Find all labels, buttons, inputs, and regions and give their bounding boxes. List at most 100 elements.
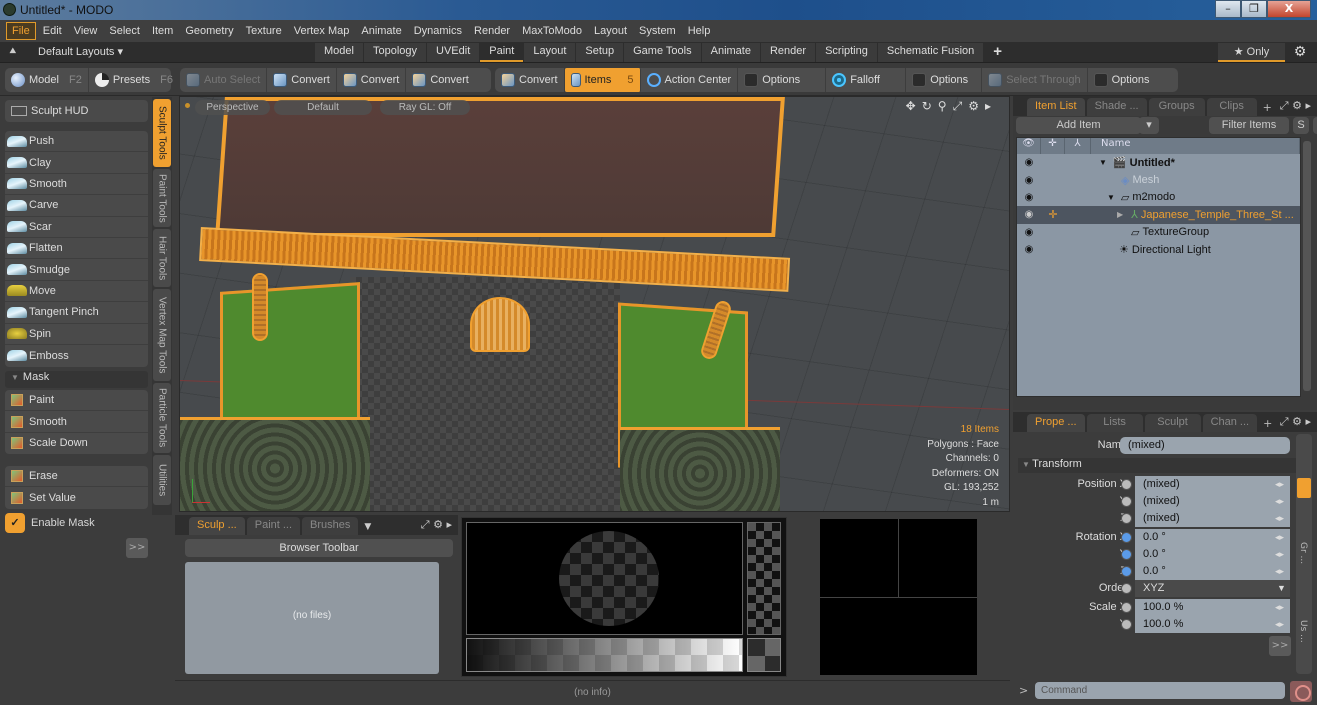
drag-arrows-icon[interactable]: ◂▸ [1275, 479, 1284, 490]
eye-icon[interactable]: ◉ [1017, 192, 1041, 203]
side-tab-active[interactable] [1297, 478, 1311, 498]
add-item-dropdown-icon[interactable]: ▾ [1139, 117, 1159, 134]
close-button[interactable]: X [1267, 0, 1311, 18]
tool-flatten[interactable]: Flatten [5, 238, 148, 260]
sculpt-hud-button[interactable]: Sculpt HUD [5, 100, 148, 122]
vtab-hair-tools[interactable]: Hair Tools [153, 229, 171, 287]
action-center-button[interactable]: Action Center [641, 68, 739, 92]
model-mode-button[interactable]: Model F2 [5, 68, 89, 92]
lock-toggle-icon[interactable]: ✛ [1041, 208, 1065, 221]
rotation-z-field[interactable]: 0.0 ° [1135, 563, 1290, 580]
convert-vertices-button[interactable]: Convert [267, 68, 337, 92]
panel-gear-icon[interactable]: ⚙ [1292, 99, 1302, 112]
checkmark-icon[interactable]: ✓ [5, 513, 25, 533]
auto-select-button[interactable]: Auto Select [180, 68, 268, 92]
tab-sculpt[interactable]: Sculpt [1144, 414, 1201, 432]
layout-tab-render[interactable]: Render [760, 43, 816, 62]
rotate-icon[interactable]: ↻ [922, 99, 932, 114]
tree-row-m2modo[interactable]: ◉ ▼ ▱ m2modo [1017, 189, 1300, 206]
layout-tab-scripting[interactable]: Scripting [816, 43, 877, 62]
drag-arrows-icon[interactable]: ◂▸ [1275, 532, 1284, 543]
record-macro-button[interactable] [1290, 681, 1312, 702]
locator-column-icon[interactable]: ⅄ [1065, 138, 1091, 154]
tool-smooth[interactable]: Smooth [5, 174, 148, 196]
more-button[interactable]: >> [126, 538, 148, 558]
name-field[interactable]: (mixed) [1120, 437, 1290, 454]
mask-tool-erase[interactable]: Erase [5, 466, 148, 488]
menu-maxtomodo[interactable]: MaxToModo [517, 23, 587, 39]
only-favorites-button[interactable]: ★ Only [1218, 43, 1285, 62]
lock-column-icon[interactable]: ✛ [1041, 138, 1065, 154]
shading-style-dropdown[interactable]: Default [274, 100, 372, 115]
add-tab-icon[interactable]: + [1263, 417, 1272, 430]
f-toggle-button[interactable]: F [1313, 117, 1317, 134]
presets-button[interactable]: Presets F6 [89, 68, 179, 92]
viewport-settings-gear-icon[interactable]: ⚙ [968, 99, 979, 114]
vtab-particle-tools[interactable]: Particle Tools [153, 383, 171, 453]
collapse-arrow-icon[interactable]: ⯅ [8, 44, 18, 59]
3d-viewport[interactable]: Perspective Default Ray GL: Off ✥ ↻ ⚲ ⤢ … [179, 96, 1010, 512]
tree-row-mesh[interactable]: ◉ ◈ Mesh [1017, 171, 1300, 188]
expand-triangle-icon[interactable]: ▶ [1117, 210, 1123, 219]
menu-render[interactable]: Render [469, 23, 515, 39]
position-x-field[interactable]: (mixed) [1135, 476, 1290, 493]
layout-tab-setup[interactable]: Setup [576, 43, 624, 62]
drag-arrows-icon[interactable]: ◂▸ [1275, 602, 1284, 613]
panel-arrow-icon[interactable]: ▸ [1305, 99, 1311, 112]
layout-tab-model[interactable]: Model [315, 43, 363, 62]
channel-dot-icon[interactable] [1121, 619, 1132, 630]
minimize-button[interactable]: – [1215, 0, 1241, 18]
items-mode-button[interactable]: Items 5 [564, 68, 641, 92]
menu-help[interactable]: Help [683, 23, 716, 39]
tool-move[interactable]: Move [5, 281, 148, 303]
panel-arrow-icon[interactable]: ▸ [446, 518, 452, 531]
tree-row-directional-light[interactable]: ◉ ☀ Directional Light [1017, 241, 1300, 258]
eye-icon[interactable]: ◉ [1017, 157, 1041, 168]
tool-spin[interactable]: Spin [5, 324, 148, 345]
channel-dot-icon[interactable] [1121, 496, 1132, 507]
layout-tab-animate[interactable]: Animate [701, 43, 760, 62]
expand-icon[interactable]: ⤢ [1280, 99, 1289, 112]
transform-section-header[interactable]: ▼ Transform [1018, 458, 1298, 473]
tabs-dropdown-icon[interactable]: ▼ [364, 522, 371, 532]
tab-shader-tree[interactable]: Shade ... [1086, 98, 1147, 116]
vtab-vertex-map-tools[interactable]: Vertex Map Tools [153, 289, 171, 381]
menu-layout[interactable]: Layout [589, 23, 632, 39]
menu-animate[interactable]: Animate [356, 23, 406, 39]
falloff-options-button[interactable]: Options [906, 68, 983, 92]
tab-item-list[interactable]: Item List [1027, 98, 1085, 116]
convert-materials-button[interactable]: Convert [495, 68, 565, 92]
channel-dot-icon[interactable] [1121, 532, 1132, 543]
tab-paint-presets[interactable]: Paint ... [246, 517, 301, 535]
tool-emboss[interactable]: Emboss [5, 345, 148, 366]
mask-tool-set-value[interactable]: Set Value [5, 487, 148, 508]
tree-row-untitled[interactable]: ◉ ▼ 🎬 Untitled* [1017, 154, 1300, 171]
drag-arrows-icon[interactable]: ◂▸ [1275, 496, 1284, 507]
add-layout-button[interactable]: + [984, 43, 1011, 62]
tree-row-japanese-temple[interactable]: ◉ ✛ ▶ ⅄ Japanese_Temple_Three_St ... [1017, 206, 1300, 224]
action-center-options-button[interactable]: Options [738, 68, 827, 92]
layout-tab-uvedit[interactable]: UVEdit [427, 43, 480, 62]
restore-button[interactable]: ❐ [1241, 0, 1267, 18]
expand-icon[interactable]: ⤢ [421, 518, 430, 531]
eye-icon[interactable]: ◉ [1017, 227, 1041, 238]
channel-dot-icon[interactable] [1121, 566, 1132, 577]
layout-tab-layout[interactable]: Layout [524, 43, 576, 62]
side-tab-us[interactable]: Us ... [1298, 620, 1308, 643]
eye-icon[interactable]: ◉ [1017, 244, 1041, 255]
expand-triangle-icon[interactable]: ▼ [1107, 193, 1115, 202]
add-item-button[interactable]: Add Item [1016, 117, 1141, 134]
viewport-more-arrow-icon[interactable]: ▸ [985, 99, 991, 114]
view-type-dropdown[interactable]: Perspective [195, 100, 270, 115]
viewport-menu-dot-icon[interactable] [185, 103, 190, 108]
visibility-column-eye-icon[interactable]: 👁 [1017, 138, 1041, 154]
mask-tool-scale-down[interactable]: Scale Down [5, 433, 148, 454]
drag-arrows-icon[interactable]: ◂▸ [1275, 566, 1284, 577]
filter-items-input[interactable]: Filter Items [1209, 117, 1289, 134]
menu-vertex-map[interactable]: Vertex Map [289, 23, 355, 39]
browser-toolbar-button[interactable]: Browser Toolbar [185, 539, 453, 557]
channel-dot-icon[interactable] [1121, 602, 1132, 613]
tool-smudge[interactable]: Smudge [5, 259, 148, 281]
channel-dot-icon[interactable] [1121, 513, 1132, 524]
mask-section-header[interactable]: ▼ Mask [5, 371, 148, 388]
